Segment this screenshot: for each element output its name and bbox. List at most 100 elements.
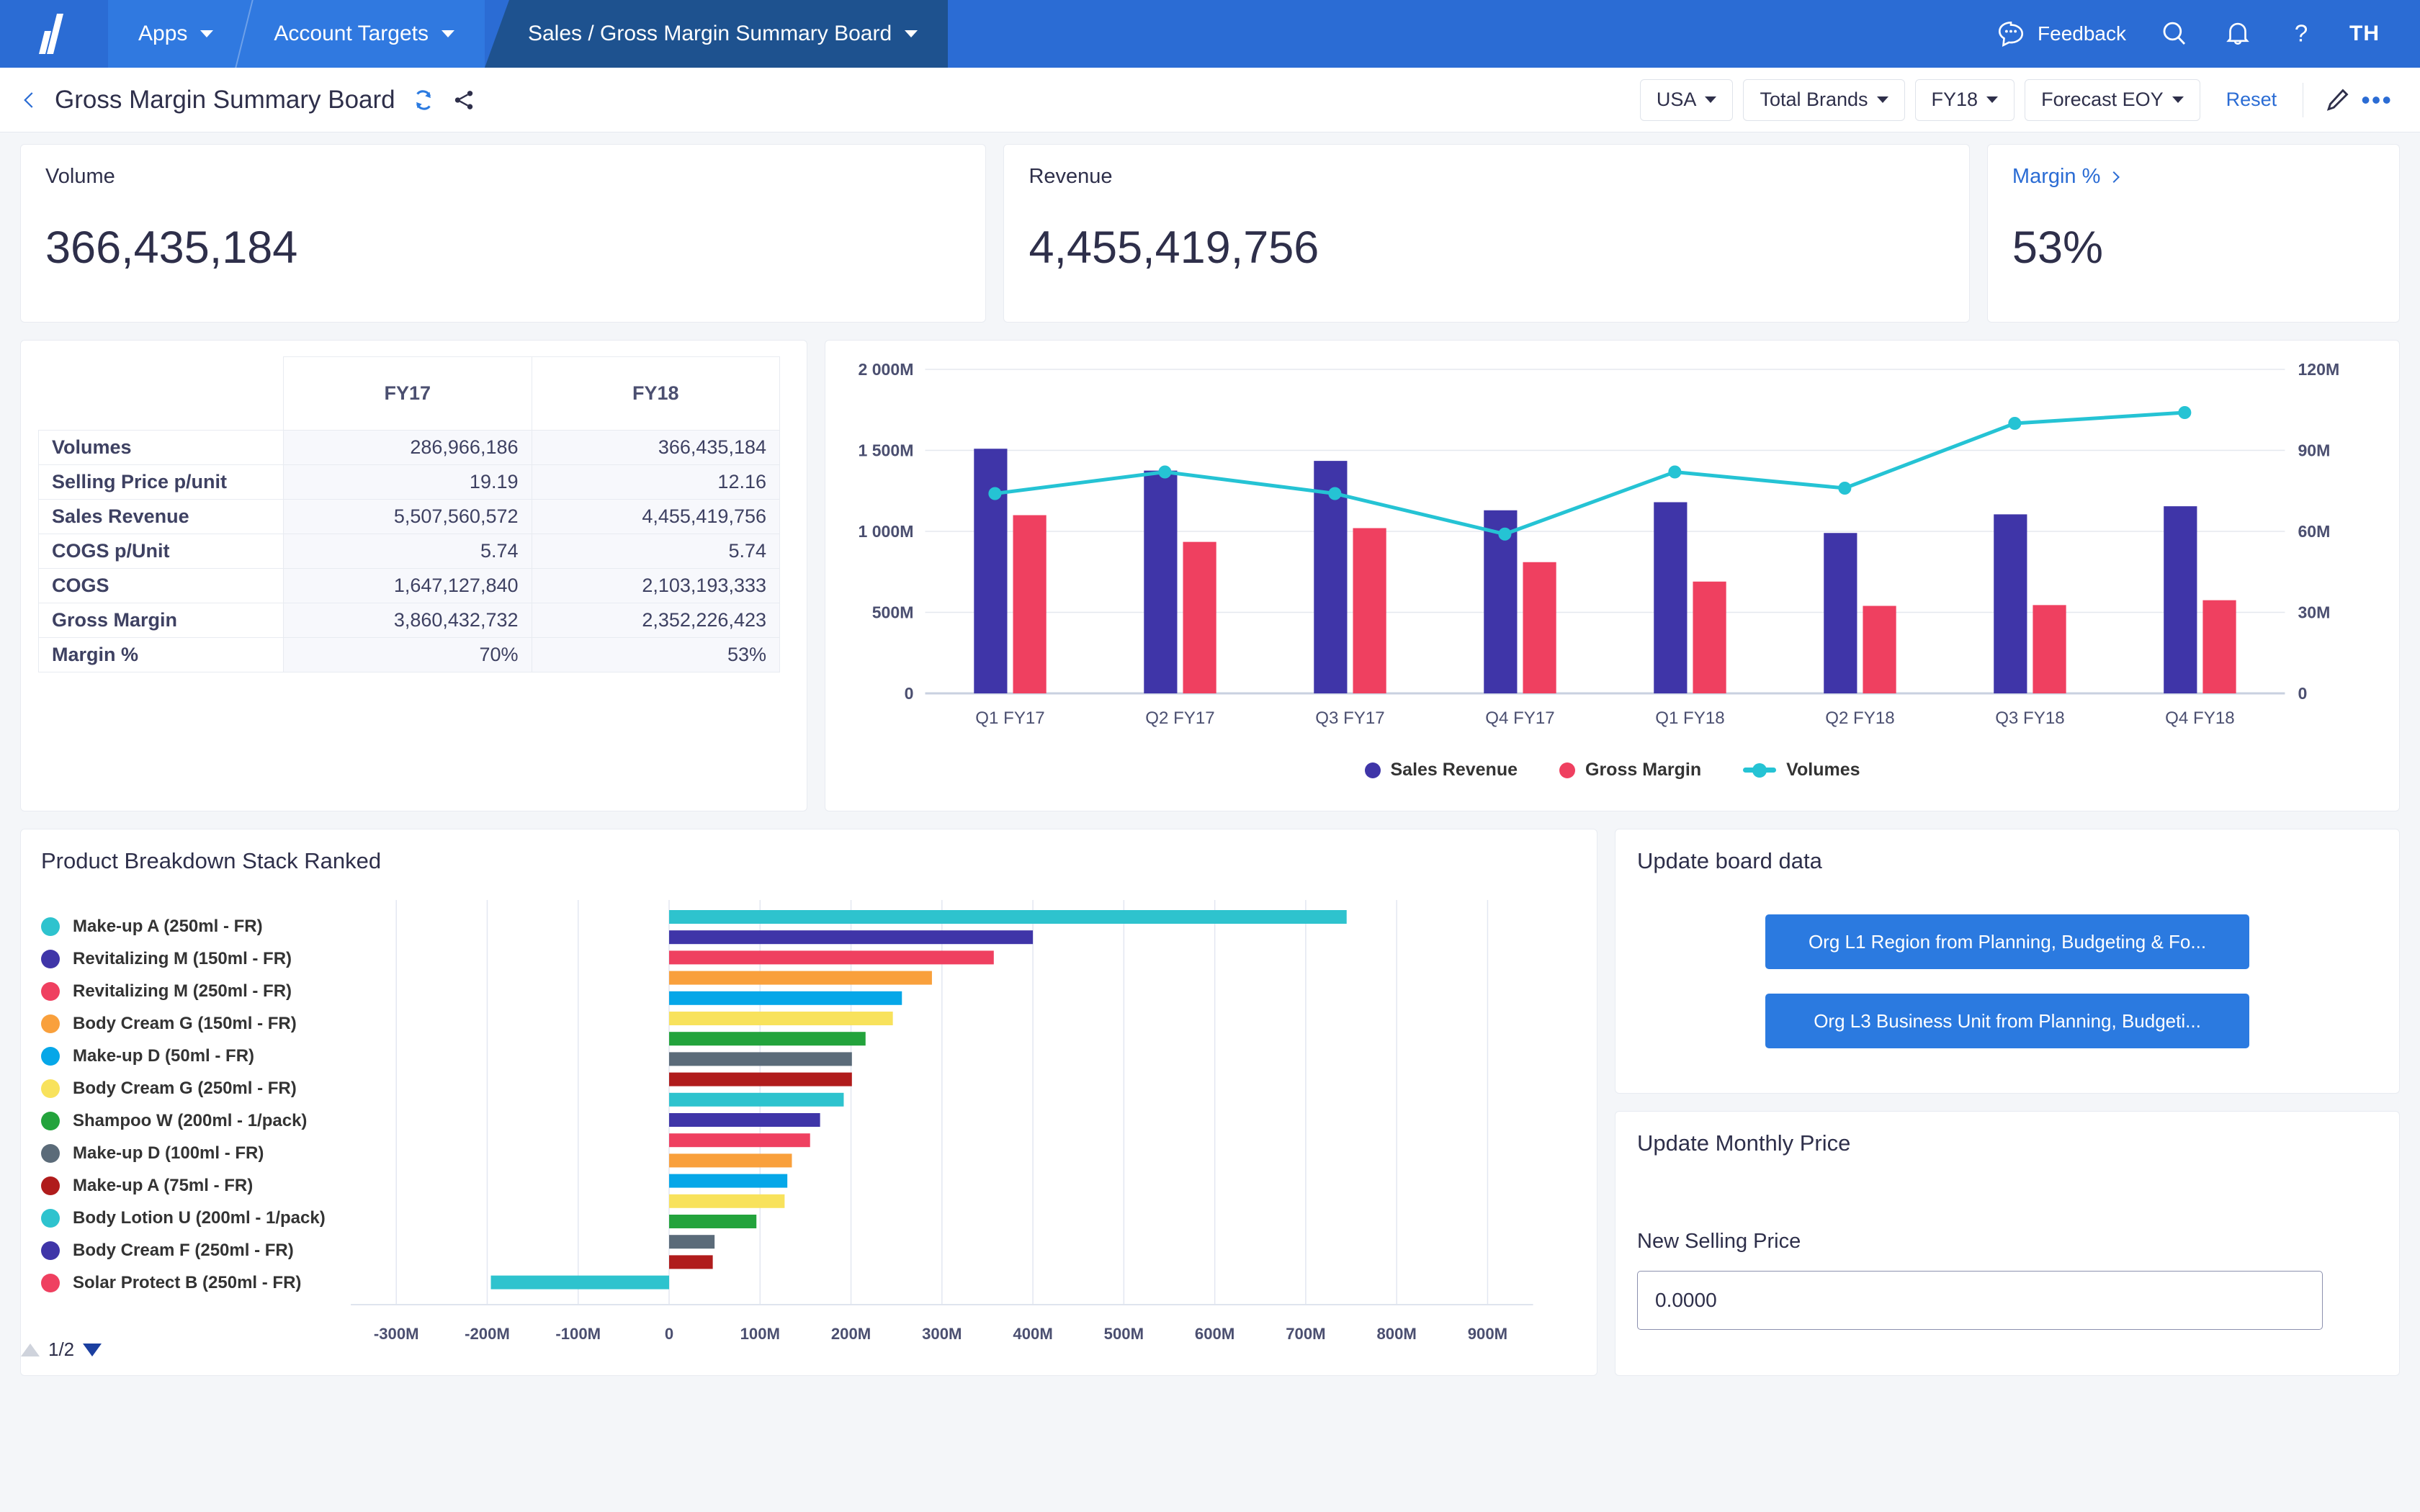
filter-fiscal-year[interactable]: FY18 xyxy=(1914,78,2015,121)
legend-item[interactable]: Revitalizing M (150ml - FR) xyxy=(41,942,344,975)
legend-item[interactable]: Body Cream G (250ml - FR) xyxy=(41,1072,344,1104)
nav-tab-apps-label: Apps xyxy=(138,22,188,45)
product-breakdown-plot: -300M -200M -100M 0 100M 200M 300M 400M 500M 600M… xyxy=(344,894,1577,1361)
table-row: Gross Margin 3,860,432,732 2,352,226,423 xyxy=(38,603,780,638)
pencil-icon[interactable] xyxy=(2323,86,2351,114)
legend-item[interactable]: Make-up D (100ml - FR) xyxy=(41,1137,344,1169)
nav-actions: Feedback ? TH xyxy=(1996,0,2420,68)
org-l1-region-button[interactable]: Org L1 Region from Planning, Budgeting &… xyxy=(1765,914,2249,969)
legend-item[interactable]: Body Lotion U (200ml - 1/pack) xyxy=(41,1202,344,1234)
pagination-label: 1/2 xyxy=(48,1338,75,1360)
table-header-row: FY17 FY18 xyxy=(38,356,780,431)
legend-item-sales-revenue[interactable]: Sales Revenue xyxy=(1364,760,1518,780)
filter-country-label: USA xyxy=(1656,89,1697,110)
svg-text:Q3 FY17: Q3 FY17 xyxy=(1315,708,1384,728)
kpi-card-margin[interactable]: Margin % 53% xyxy=(1986,144,2400,323)
svg-text:120M: 120M xyxy=(2298,360,2339,379)
svg-text:0: 0 xyxy=(2298,684,2307,703)
cell-fy18: 12.16 xyxy=(531,464,780,500)
kpi-margin-label: Margin % xyxy=(2012,165,2101,188)
svg-text:Q3 FY18: Q3 FY18 xyxy=(1995,708,2064,728)
feedback-button[interactable]: Feedback xyxy=(1996,19,2126,49)
bell-icon[interactable] xyxy=(2223,19,2253,49)
avatar[interactable]: TH xyxy=(2349,22,2380,46)
share-icon[interactable] xyxy=(452,88,476,112)
org-l3-business-unit-button[interactable]: Org L3 Business Unit from Planning, Budg… xyxy=(1765,994,2249,1048)
update-board-data-panel: Update board data Org L1 Region from Pla… xyxy=(1615,829,2400,1094)
cell-fy17: 5.74 xyxy=(283,534,532,569)
legend-swatch-icon xyxy=(41,1208,60,1228)
cell-fy18: 4,455,419,756 xyxy=(531,499,780,534)
svg-text:Q4 FY18: Q4 FY18 xyxy=(2165,708,2234,728)
legend-label: Shampoo W (200ml - 1/pack) xyxy=(73,1110,308,1130)
svg-text:-200M: -200M xyxy=(465,1325,510,1343)
cell-fy17: 3,860,432,732 xyxy=(283,603,532,638)
legend-swatch-icon xyxy=(1364,762,1381,778)
search-icon[interactable] xyxy=(2159,19,2190,49)
feedback-label: Feedback xyxy=(2038,22,2126,45)
filter-version[interactable]: Forecast EOY xyxy=(2025,78,2200,121)
app-logo[interactable] xyxy=(0,0,108,68)
help-icon[interactable]: ? xyxy=(2286,19,2316,49)
svg-text:0: 0 xyxy=(905,684,914,703)
financial-summary-table-panel: FY17 FY18 Volumes 286,966,186 366,435,18… xyxy=(20,340,807,811)
kpi-row: Volume 366,435,184 Revenue 4,455,419,756… xyxy=(20,144,2400,323)
legend-item[interactable]: Make-up A (250ml - FR) xyxy=(41,910,344,942)
legend-item[interactable]: Make-up D (50ml - FR) xyxy=(41,1040,344,1072)
filter-brand[interactable]: Total Brands xyxy=(1743,78,1905,121)
legend-item[interactable]: Make-up A (75ml - FR) xyxy=(41,1169,344,1202)
product-breakdown-title: Product Breakdown Stack Ranked xyxy=(41,848,382,873)
kpi-margin-link[interactable]: Margin % xyxy=(2012,165,2375,189)
cell-fy18: 53% xyxy=(531,637,780,672)
svg-text:60M: 60M xyxy=(2298,522,2330,541)
product-breakdown-body: Make-up A (250ml - FR) Revitalizing M (15… xyxy=(41,894,1577,1361)
legend-swatch-icon xyxy=(41,1111,60,1130)
legend-item[interactable]: Revitalizing M (250ml - FR) xyxy=(41,975,344,1007)
refresh-icon[interactable] xyxy=(411,88,436,112)
svg-text:Q1 FY18: Q1 FY18 xyxy=(1655,708,1724,728)
nav-tab-account-targets[interactable]: Account Targets xyxy=(243,0,485,68)
triangle-up-icon[interactable] xyxy=(21,1343,40,1356)
chevron-left-icon[interactable] xyxy=(19,88,40,112)
table-row: Selling Price p/unit 19.19 12.16 xyxy=(38,464,780,500)
row-label: Margin % xyxy=(38,637,284,672)
legend-pagination[interactable]: 1/2 xyxy=(21,1338,102,1361)
reset-button[interactable]: Reset xyxy=(2226,89,2277,111)
svg-text:-100M: -100M xyxy=(555,1325,601,1343)
legend-swatch-icon xyxy=(41,917,60,936)
board-filters: USA Total Brands FY18 Forecast EOY Reset… xyxy=(1639,78,2393,121)
svg-text:500M: 500M xyxy=(1104,1325,1144,1343)
new-selling-price-input[interactable] xyxy=(1637,1271,2323,1330)
cell-fy17: 70% xyxy=(283,637,532,672)
filter-country[interactable]: USA xyxy=(1639,78,1734,121)
legend-item-gross-margin[interactable]: Gross Margin xyxy=(1559,760,1701,780)
legend-label: Volumes xyxy=(1786,760,1860,780)
nav-tab-apps[interactable]: Apps xyxy=(108,0,244,68)
cell-fy17: 286,966,186 xyxy=(283,430,532,465)
board-canvas: Volume 366,435,184 Revenue 4,455,419,756… xyxy=(0,132,2420,1376)
table-row: COGS 1,647,127,840 2,103,193,333 xyxy=(38,568,780,603)
combo-chart-legend: Sales Revenue Gross Margin Volumes xyxy=(838,760,2386,780)
cell-fy18: 2,103,193,333 xyxy=(531,568,780,603)
kebab-menu-icon[interactable]: ••• xyxy=(2361,86,2393,112)
legend-item[interactable]: Solar Protect B (250ml - FR) xyxy=(41,1266,344,1299)
filter-brand-label: Total Brands xyxy=(1760,89,1868,110)
svg-text:700M: 700M xyxy=(1286,1325,1325,1343)
legend-label: Solar Protect B (250ml - FR) xyxy=(73,1272,302,1292)
filter-version-label: Forecast EOY xyxy=(2041,89,2164,110)
row-label: Gross Margin xyxy=(38,603,284,638)
bottom-row: Product Breakdown Stack Ranked Make-up A… xyxy=(20,829,2400,1376)
legend-item[interactable]: Body Cream G (150ml - FR) xyxy=(41,1007,344,1040)
legend-item[interactable]: Shampoo W (200ml - 1/pack) xyxy=(41,1104,344,1137)
product-breakdown-panel: Product Breakdown Stack Ranked Make-up A… xyxy=(20,829,1597,1376)
kpi-card-volume: Volume 366,435,184 xyxy=(20,144,987,323)
update-price-title: Update Monthly Price xyxy=(1637,1130,1851,1156)
triangle-down-icon[interactable] xyxy=(83,1343,102,1356)
legend-item-volumes[interactable]: Volumes xyxy=(1743,760,1860,780)
legend-item[interactable]: Body Cream F (250ml - FR) xyxy=(41,1234,344,1266)
legend-label: Revitalizing M (250ml - FR) xyxy=(73,981,292,1001)
svg-text:Q2 FY18: Q2 FY18 xyxy=(1825,708,1894,728)
nav-tab-current-board[interactable]: Sales / Gross Margin Summary Board xyxy=(484,0,949,68)
legend-label: Make-up D (50ml - FR) xyxy=(73,1045,255,1066)
kpi-margin-value: 53% xyxy=(2012,222,2103,273)
